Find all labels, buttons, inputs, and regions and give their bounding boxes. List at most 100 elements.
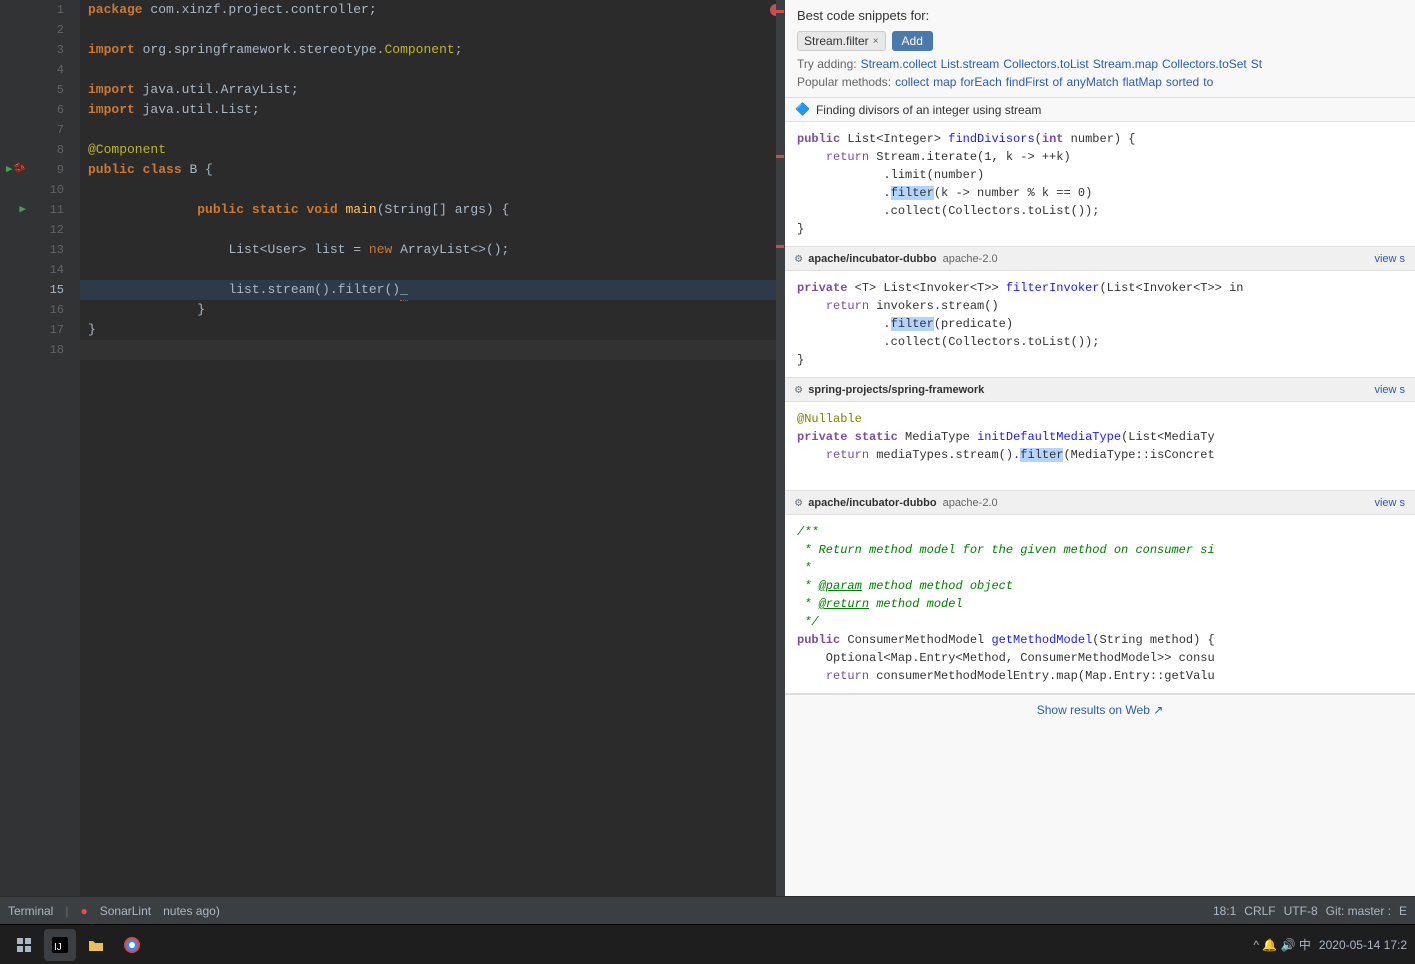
code-line-2 [80,20,784,40]
snippet-code-2[interactable]: private <T> List<Invoker<T>> filterInvok… [785,271,1415,377]
add-button[interactable]: Add [892,31,933,51]
ln-17: 17 [30,320,72,340]
try-link-stream-collect[interactable]: Stream.collect [861,57,937,71]
taskbar-btn-1[interactable] [8,929,40,961]
search-tag[interactable]: Stream.filter × [797,31,886,51]
code-content: package com.xinzf.project.controller; im… [80,0,784,896]
code-line-1: package com.xinzf.project.controller; [80,0,784,20]
snippet-block-2: ⚙ apache/incubator-dubbo apache-2.0 view… [785,247,1415,378]
snippet-title-bar-1: 🔷 Finding divisors of an integer using s… [785,98,1415,122]
view-source-2[interactable]: view s [1374,253,1405,265]
keyword: import [88,40,135,60]
position-indicator: 18:1 [1213,904,1236,918]
view-source-4[interactable]: view s [1374,497,1405,509]
encoding-indicator[interactable]: UTF-8 [1284,904,1318,918]
method-foreach[interactable]: forEach [960,75,1001,89]
code-line-18 [80,340,784,360]
ln-1: 1 [30,0,72,20]
try-link-collectors-tolist[interactable]: Collectors.toList [1003,57,1088,71]
code-line-11: public static void main(String[] args) { [80,200,784,220]
repo-name-2[interactable]: apache/incubator-dubbo [808,253,936,265]
code-line-16: } [80,300,784,320]
repo-info-3: ⚙ spring-projects/spring-framework [795,382,984,397]
method-sorted[interactable]: sorted [1166,75,1199,89]
snippet-repo-bar-4: ⚙ apache/incubator-dubbo apache-2.0 view… [785,491,1415,515]
popular-methods-label: Popular methods: [797,75,891,89]
repo-name-3[interactable]: spring-projects/spring-framework [808,384,984,396]
repo-name-4[interactable]: apache/incubator-dubbo [808,497,936,509]
gutter-7 [0,120,30,140]
gutter-6 [0,100,30,120]
right-panel: Best code snippets for: Stream.filter × … [785,0,1415,896]
run-arrow-icon-2[interactable]: ▶ [19,200,26,220]
try-adding-row: Try adding: Stream.collect List.stream C… [797,57,1403,71]
view-source-3[interactable]: view s [1374,384,1405,396]
gutter-13 [0,240,30,260]
ln-15: 15 [30,280,72,300]
status-right: 18:1 CRLF UTF-8 Git: master : E [1213,904,1407,918]
taskbar-btn-2[interactable]: IJ [44,929,76,961]
ln-11: 11 [30,200,72,220]
code-editor: ▶ 🫘 ▶ 1 2 3 4 5 6 [0,0,785,896]
gutter-3 [0,40,30,60]
taskbar-btn-3[interactable] [80,929,112,961]
line-numbers: 1 2 3 4 5 6 7 8 9 10 11 12 13 14 15 16 1… [30,0,80,896]
code-line-9: public class B { [80,160,784,180]
close-icon[interactable]: × [873,36,879,47]
try-link-st[interactable]: St [1251,57,1262,71]
run-gutter: ▶ 🫘 ▶ [0,0,30,896]
repo-info-4: ⚙ apache/incubator-dubbo apache-2.0 [795,495,998,510]
method-findfirst[interactable]: findFirst [1006,75,1049,89]
gutter-15 [0,280,30,300]
ln-9: 9 [30,160,72,180]
code-text: com.xinzf.project.controller; [150,0,376,20]
intellij-icon: IJ [50,935,70,955]
repo-icon-4: ⚙ [795,495,802,510]
taskbar-btn-4[interactable] [116,929,148,961]
gutter-14 [0,260,30,280]
method-collect[interactable]: collect [895,75,929,89]
crlf-indicator[interactable]: CRLF [1244,904,1275,918]
snippet-title-1: Finding divisors of an integer using str… [816,103,1041,117]
sonarlint-label[interactable]: SonarLint [100,904,151,918]
method-flatmap[interactable]: flatMap [1123,75,1162,89]
try-link-collectors-toset[interactable]: Collectors.toSet [1162,57,1247,71]
try-link-stream-map[interactable]: Stream.map [1093,57,1158,71]
keyword: package [88,0,143,20]
chrome-icon [123,936,141,954]
panel-title: Best code snippets for: [797,8,1403,23]
scroll-marker-3 [776,245,784,248]
gutter-2 [0,20,30,40]
scrollbar[interactable] [776,0,784,896]
terminal-label[interactable]: Terminal [8,904,53,918]
bean-icon: 🫘 [14,160,26,180]
snippet-code-4[interactable]: /** * Return method model for the given … [785,515,1415,693]
search-bar: Stream.filter × Add [797,31,1403,51]
ln-7: 7 [30,120,72,140]
ln-5: 5 [30,80,72,100]
method-anymatch[interactable]: anyMatch [1066,75,1118,89]
gutter-18 [0,340,30,360]
run-arrow-icon[interactable]: ▶ [6,160,13,180]
method-of[interactable]: of [1052,75,1062,89]
snippet-icon-1: 🔷 [795,102,810,117]
method-map[interactable]: map [933,75,956,89]
gutter-8 [0,140,30,160]
taskbar: IJ ^ 🔔 🔊 中 2020-05-14 17:2 [0,924,1415,964]
repo-icon-3: ⚙ [795,382,802,397]
show-results-button[interactable]: Show results on Web ↗ [785,695,1415,725]
git-indicator[interactable]: Git: master : [1326,904,1391,918]
system-tray: ^ 🔔 🔊 中 [1253,936,1311,953]
repo-license-2: apache-2.0 [943,253,998,265]
search-tag-text: Stream.filter [804,34,869,48]
code-line-8: @Component [80,140,784,160]
snippet-code-1[interactable]: public List<Integer> findDivisors(int nu… [785,122,1415,246]
event-indicator: E [1399,904,1407,918]
snippet-code-3[interactable]: @Nullable private static MediaType initD… [785,402,1415,490]
sonarlint-icon: ● [80,904,87,918]
try-link-list-stream[interactable]: List.stream [941,57,1000,71]
taskbar-right: ^ 🔔 🔊 中 2020-05-14 17:2 [1253,936,1407,953]
snippet-block-3: ⚙ spring-projects/spring-framework view … [785,378,1415,491]
method-to[interactable]: to [1203,75,1213,89]
ln-10: 10 [30,180,72,200]
